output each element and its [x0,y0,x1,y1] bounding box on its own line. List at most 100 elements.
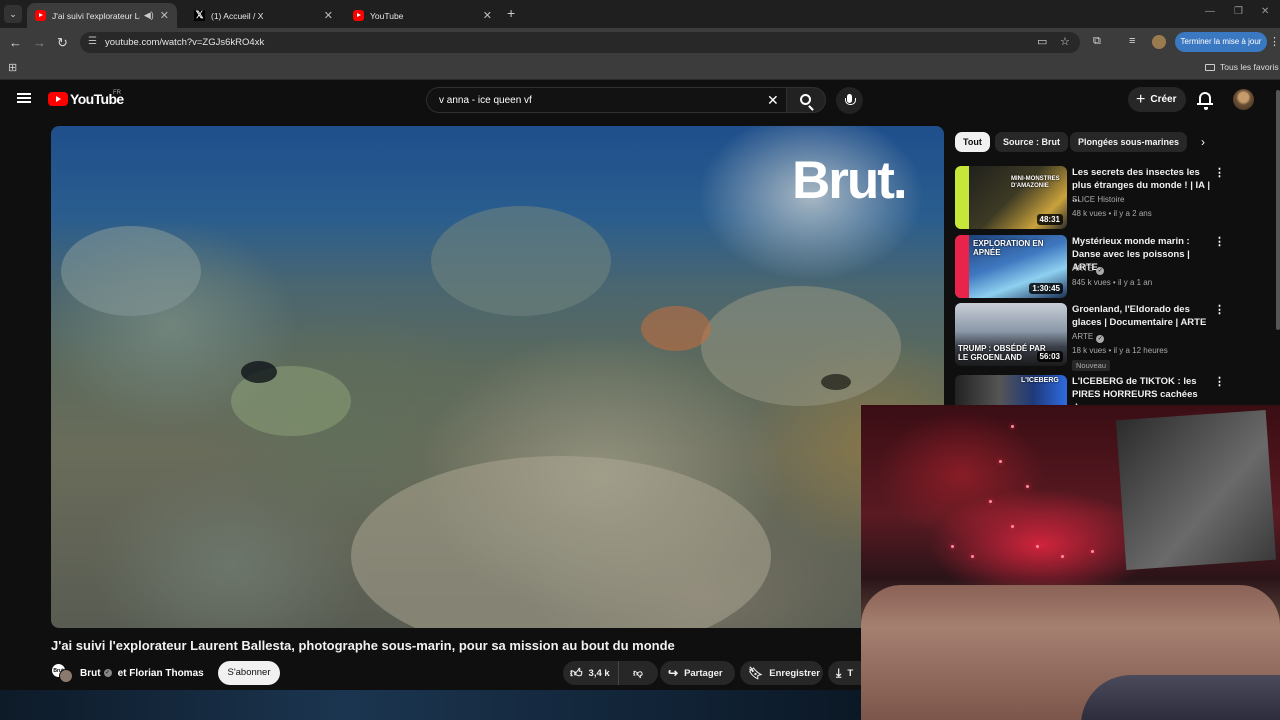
string-light [1036,545,1039,548]
update-browser-button[interactable]: Terminer la mise à jour [1175,32,1267,52]
share-button[interactable]: ↪ Partager [660,661,735,685]
bookmark-star-icon[interactable]: ☆ [1060,35,1070,48]
like-dislike-group: 👍︎ 3,4 k 👎︎ [563,661,658,685]
clear-search-icon[interactable]: ✕ [767,92,779,109]
user-avatar[interactable] [1233,89,1254,110]
verified-icon: ✓ [1096,267,1105,275]
browser-tab-youtube[interactable]: YouTube ✕ [345,3,500,28]
string-light [999,460,1002,463]
chip-diving[interactable]: Plongées sous-marines [1070,132,1188,152]
new-tab-icon[interactable]: + [507,5,515,21]
site-info-icon[interactable]: ☰ [88,36,97,47]
collaborator-name[interactable]: et Florian Thomas [118,668,204,679]
browser-menu-icon[interactable]: ⋮ [1269,35,1280,48]
voice-search-mic-icon[interactable] [836,87,863,114]
all-bookmarks-button[interactable]: Tous les favoris [1205,62,1279,72]
recommendation-item[interactable]: TRUMP : OBSÉDÉ PAR LE GROENLAND 56:03 Gr… [955,303,1265,373]
speaker-icon[interactable]: ◀) [144,10,154,21]
string-light [1091,550,1094,553]
close-window-icon[interactable]: ✕ [1261,6,1269,17]
more-actions-icon[interactable]: ⋮ [1214,166,1225,179]
search-button[interactable] [786,87,826,113]
string-light [1026,485,1029,488]
new-badge: Nouveau [1072,360,1111,371]
close-tab-icon[interactable]: ✕ [160,9,169,22]
search-query[interactable]: v anna - ice queen vf [439,95,532,106]
search-input[interactable]: v anna - ice queen vf ✕ [426,87,786,113]
x-favicon-icon: 𝕏 [194,10,205,21]
video-thumbnail[interactable]: L'ICEBERG [955,375,1067,405]
poster-shape [1115,409,1277,571]
video-duration: 48:31 [1036,214,1063,225]
string-light [1061,555,1064,558]
rec-channel-row[interactable]: ARTE ✓ [1072,332,1105,343]
recommendation-item[interactable]: L'ICEBERG L'ICEBERG de TIKTOK : les PIRE… [955,375,1265,413]
close-tab-icon[interactable]: ✕ [483,9,492,22]
channel-avatars[interactable]: Brut [51,663,73,683]
video-player[interactable]: Brut. [51,126,944,628]
browser-tab-active[interactable]: J'ai suivi l'explorateur Laure ◀) ✕ [27,3,177,28]
omnibox[interactable]: ☰ youtube.com/watch?v=ZGJs6kRO4xk ▭ ☆ [80,32,1080,53]
menu-hamburger-icon[interactable] [17,93,31,103]
save-button[interactable]: 🔖︎ Enregistrer [740,661,823,685]
video-thumbnail[interactable]: MINI-MONSTRES D'AMAZONIE 48:31 [955,166,1067,229]
coral-shape [431,206,611,316]
channel-name[interactable]: Brut [80,668,101,679]
chevron-right-icon[interactable]: › [1201,135,1205,149]
share-label: Partager [684,667,723,679]
dislike-button[interactable]: 👎︎ [619,667,657,679]
video-owner[interactable]: Brut Brut ✓ et Florian Thomas [51,660,204,686]
thumbs-up-icon: 👍︎ [570,665,583,680]
more-actions-icon[interactable]: ⋮ [1214,303,1225,316]
install-app-icon[interactable]: ▭ [1037,35,1047,48]
string-light [989,500,992,503]
create-button[interactable]: + Créer [1128,87,1186,112]
search-bar: v anna - ice queen vf ✕ [426,87,826,113]
string-light [1011,425,1014,428]
url-text[interactable]: youtube.com/watch?v=ZGJs6kRO4xk [105,37,264,48]
browser-tab-x[interactable]: 𝕏 (1) Accueil / X ✕ [186,3,341,28]
back-icon[interactable]: ← [9,35,22,50]
apps-grid-icon[interactable]: ⊞ [8,61,17,74]
comments-area-preview [0,690,861,720]
rec-meta: 18 k vues • il y a 12 heures [1072,346,1168,355]
create-label: Créer [1150,94,1177,105]
video-thumbnail[interactable]: EXPLORATION EN APNÉE 1:30:45 [955,235,1067,298]
close-tab-icon[interactable]: ✕ [324,9,333,22]
more-actions-icon[interactable]: ⋮ [1214,375,1225,388]
video-duration: 56:03 [1036,351,1063,362]
subscribe-button[interactable]: S'abonner [218,661,280,685]
recommendation-item[interactable]: EXPLORATION EN APNÉE 1:30:45 Mystérieux … [955,235,1265,301]
chip-all[interactable]: Tout [955,132,990,152]
chip-source-brut[interactable]: Source : Brut [995,132,1069,152]
save-label: Enregistrer [769,667,820,679]
rec-meta: 845 k vues • il y a 1 an [1072,278,1153,287]
plus-icon: + [1136,90,1146,108]
brut-watermark: Brut. [792,151,908,210]
browser-profile-avatar[interactable] [1152,35,1166,49]
rec-title[interactable]: Groenland, l'Eldorado des glaces | Docum… [1072,303,1212,329]
bookmarks-bar: ⊞ Tous les favoris [0,56,1280,80]
more-actions-icon[interactable]: ⋮ [1214,235,1225,248]
notifications-bell-icon[interactable] [1197,92,1213,110]
forward-icon[interactable]: → [33,35,46,50]
rec-channel[interactable]: ARTE [1072,332,1093,341]
maximize-icon[interactable]: ❐ [1234,6,1243,17]
thumbnail-text: MINI-MONSTRES D'AMAZONIE [1011,176,1060,189]
tab-title: J'ai suivi l'explorateur Laure [52,10,140,21]
coral-shape [701,286,901,406]
minimize-icon[interactable]: — [1205,6,1215,17]
rec-channel[interactable]: ARTE [1072,264,1093,273]
extensions-icon[interactable]: ⧉ [1093,35,1101,48]
media-control-icon[interactable]: ≡ [1129,35,1135,47]
rec-channel-row[interactable]: ARTE ✓ [1072,264,1105,275]
rec-channel[interactable]: SLICE Histoire [1072,195,1124,204]
rec-views: 48 k vues [1072,209,1107,218]
coral-shape [351,456,771,628]
page-scrollbar[interactable] [1276,90,1280,330]
reload-icon[interactable]: ↻ [57,35,68,51]
video-thumbnail[interactable]: TRUMP : OBSÉDÉ PAR LE GROENLAND 56:03 [955,303,1067,366]
recommendation-item[interactable]: MINI-MONSTRES D'AMAZONIE 48:31 Les secre… [955,166,1265,232]
like-button[interactable]: 👍︎ 3,4 k [563,661,619,685]
tab-search-icon[interactable]: ⌄ [4,5,22,23]
